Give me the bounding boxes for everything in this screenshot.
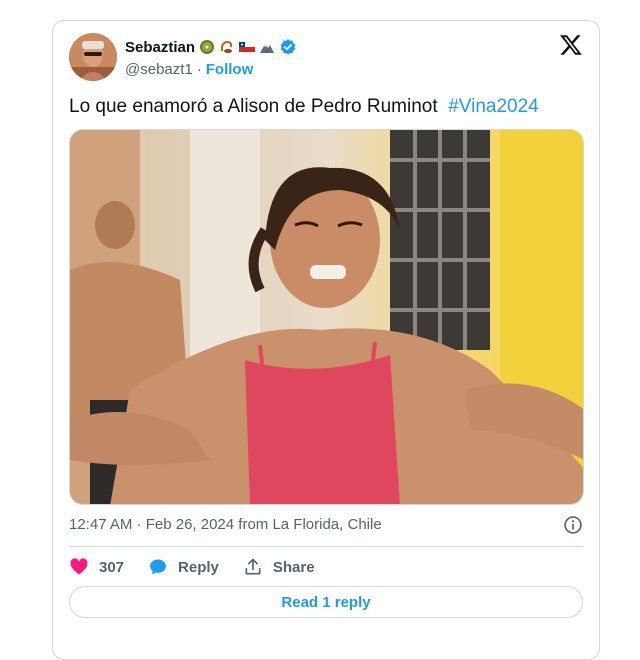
media-image xyxy=(70,130,583,504)
tweet-card: Sebaztian @sebazt1 · Follow Lo que enamo… xyxy=(52,20,600,660)
reply-button[interactable]: Reply xyxy=(148,557,219,577)
share-icon xyxy=(245,558,261,575)
x-logo-icon[interactable] xyxy=(559,33,583,57)
author-display-name[interactable]: Sebaztian xyxy=(125,39,195,56)
share-label: Share xyxy=(272,558,315,576)
follow-button[interactable]: Follow xyxy=(206,61,254,78)
hashtag-link[interactable]: #Vina2024 xyxy=(448,96,539,117)
author-info: Sebaztian @sebazt1 · Follow xyxy=(125,37,297,79)
like-count: 307 xyxy=(99,558,125,576)
tweet-media[interactable] xyxy=(69,129,584,505)
avatar[interactable] xyxy=(69,33,117,81)
heart-icon xyxy=(70,558,88,575)
read-replies-button[interactable]: Read 1 reply xyxy=(69,586,583,618)
tweet-body: Lo que enamoró a Alison de Pedro Ruminot xyxy=(69,96,438,117)
divider xyxy=(69,546,583,547)
share-button[interactable]: Share xyxy=(243,557,315,577)
kiwi-icon xyxy=(200,40,215,54)
scorpion-icon xyxy=(220,40,233,53)
reply-label: Reply xyxy=(178,558,219,576)
chile-flag-icon xyxy=(239,41,256,52)
author-handle[interactable]: @sebazt1 xyxy=(125,61,193,78)
handle-separator: · xyxy=(196,60,202,78)
avatar-image xyxy=(69,33,117,81)
tweet-header: Sebaztian @sebazt1 · Follow xyxy=(69,33,583,81)
verified-badge-icon xyxy=(280,39,296,55)
like-button[interactable]: 307 xyxy=(69,557,124,577)
tweet-actions: 307 Reply Share xyxy=(69,555,339,579)
tweet-timestamp[interactable]: 12:47 AM · Feb 26, 2024 from La Florida,… xyxy=(69,515,382,535)
tweet-text: Lo que enamoró a Alison de Pedro Ruminot… xyxy=(69,95,583,119)
mountain-icon xyxy=(260,44,275,53)
info-icon[interactable] xyxy=(563,515,583,535)
reply-icon xyxy=(150,559,166,575)
